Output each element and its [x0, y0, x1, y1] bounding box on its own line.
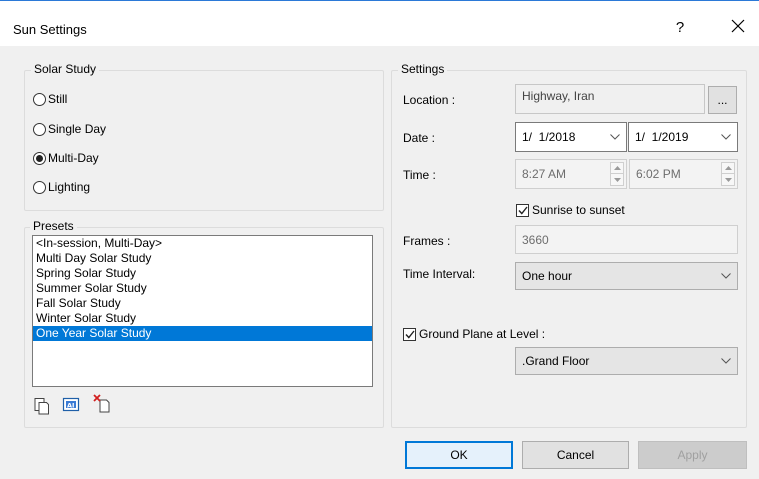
presets-list[interactable]: <In-session, Multi-Day> Multi Day Solar … — [32, 235, 373, 387]
preset-item-selected[interactable]: One Year Solar Study — [33, 326, 372, 341]
browse-button-label: ... — [717, 93, 728, 107]
chevron-down-icon — [721, 358, 731, 364]
radio-still-indicator[interactable] — [33, 92, 46, 106]
preset-item[interactable]: Multi Day Solar Study — [33, 251, 372, 266]
chevron-down-icon — [721, 134, 731, 140]
end-time-spinner — [721, 162, 735, 186]
radio-multi-day[interactable]: Multi-Day — [33, 149, 99, 167]
spin-up-icon — [722, 163, 734, 174]
chevron-down-icon — [610, 134, 620, 140]
spin-up-icon — [611, 163, 623, 174]
time-interval-label: Time Interval: — [403, 267, 476, 281]
time-label: Time : — [403, 168, 436, 182]
ground-plane-checkbox[interactable]: Ground Plane at Level : — [403, 325, 545, 343]
end-date-value: 1/ 1/2019 — [635, 130, 689, 144]
time-interval-value: One hour — [522, 269, 573, 283]
dialog-title: Sun Settings — [13, 22, 87, 37]
duplicate-icon[interactable] — [32, 396, 52, 416]
radio-multi-day-label: Multi-Day — [48, 151, 99, 165]
spin-down-icon — [611, 174, 623, 185]
radio-single-day[interactable]: Single Day — [33, 120, 106, 138]
presets-label: Presets — [30, 219, 77, 233]
rename-icon[interactable]: AI — [61, 395, 81, 415]
solar-study-label: Solar Study — [31, 62, 100, 76]
title-bar-accent-line — [0, 0, 759, 1]
help-button[interactable]: ? — [673, 19, 687, 36]
date-label: Date : — [403, 131, 436, 145]
radio-single-day-indicator[interactable] — [33, 122, 46, 136]
sunrise-checkbox-box[interactable] — [516, 203, 529, 217]
close-icon[interactable] — [727, 15, 749, 37]
ground-plane-label: Ground Plane at Level : — [419, 327, 546, 341]
end-date-picker[interactable]: 1/ 1/2019 — [628, 122, 738, 152]
sunrise-to-sunset-checkbox[interactable]: Sunrise to sunset — [516, 201, 625, 219]
end-time-value: 6:02 PM — [636, 167, 681, 181]
browse-location-button[interactable]: ... — [708, 86, 737, 114]
start-time-spinner — [610, 162, 624, 186]
start-date-value: 1/ 1/2018 — [522, 130, 576, 144]
apply-button[interactable]: Apply — [638, 441, 747, 469]
title-bar: Sun Settings ? — [0, 0, 759, 46]
preset-item[interactable]: <In-session, Multi-Day> — [33, 236, 372, 251]
preset-item[interactable]: Winter Solar Study — [33, 311, 372, 326]
ground-plane-checkbox-box[interactable] — [403, 327, 416, 341]
location-label: Location : — [403, 93, 456, 107]
preset-item[interactable]: Summer Solar Study — [33, 281, 372, 296]
spin-down-icon — [722, 174, 734, 185]
radio-multi-day-indicator[interactable] — [33, 151, 46, 165]
start-time-value: 8:27 AM — [522, 167, 567, 181]
end-time-field: 6:02 PM — [629, 159, 738, 189]
start-date-picker[interactable]: 1/ 1/2018 — [515, 122, 627, 152]
level-select[interactable]: .Grand Floor — [515, 347, 738, 375]
time-interval-select[interactable]: One hour — [515, 262, 738, 290]
start-time-field: 8:27 AM — [515, 159, 627, 189]
radio-lighting[interactable]: Lighting — [33, 178, 90, 196]
ok-button[interactable]: OK — [405, 441, 513, 469]
chevron-down-icon — [721, 273, 731, 279]
preset-item[interactable]: Fall Solar Study — [33, 296, 372, 311]
frames-field: 3660 — [515, 225, 738, 254]
preset-item[interactable]: Spring Solar Study — [33, 266, 372, 281]
radio-still-label: Still — [48, 92, 68, 106]
checkmark-icon — [404, 330, 415, 339]
radio-lighting-label: Lighting — [48, 180, 91, 194]
svg-text:AI: AI — [67, 401, 74, 409]
location-field: Highway, Iran — [515, 84, 705, 114]
sunrise-checkbox-label: Sunrise to sunset — [532, 203, 625, 217]
frames-label: Frames : — [403, 234, 451, 248]
radio-lighting-indicator[interactable] — [33, 180, 46, 194]
checkmark-icon — [517, 206, 528, 215]
radio-single-day-label: Single Day — [48, 122, 107, 136]
settings-label: Settings — [398, 62, 448, 76]
delete-icon[interactable] — [92, 393, 112, 413]
radio-still[interactable]: Still — [33, 90, 67, 108]
cancel-button[interactable]: Cancel — [522, 441, 629, 469]
level-value: .Grand Floor — [522, 354, 590, 368]
